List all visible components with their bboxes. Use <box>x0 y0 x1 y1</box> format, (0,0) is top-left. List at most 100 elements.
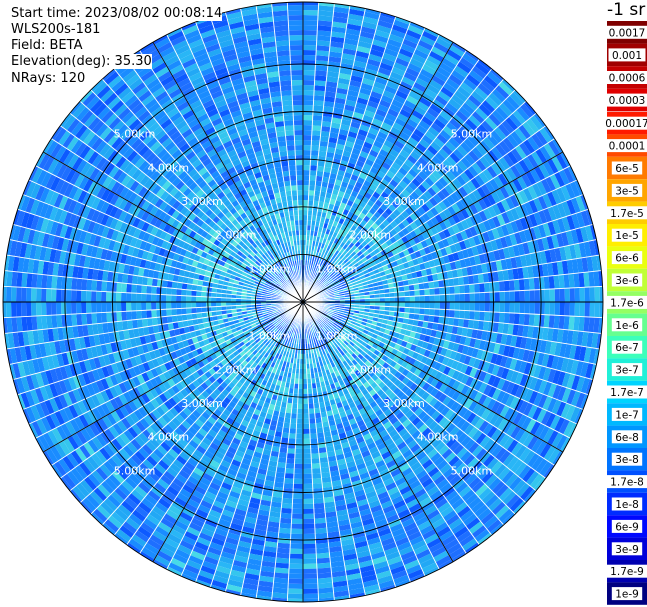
gate-cell <box>280 507 293 514</box>
gate-cell <box>303 205 309 211</box>
gate-cell <box>293 483 303 489</box>
gate-cell <box>303 478 313 484</box>
gate-cell <box>533 277 540 290</box>
gate-cell <box>292 498 303 504</box>
gate-cell <box>314 75 327 82</box>
gate-cell <box>549 288 555 302</box>
gate-cell <box>434 294 440 302</box>
gate-cell <box>419 295 425 302</box>
gate-cell <box>569 287 575 302</box>
gate-cell <box>303 70 316 76</box>
gate-cell <box>439 302 445 310</box>
gate-cell <box>559 302 565 316</box>
gate-cell <box>303 200 309 206</box>
gate-cell <box>484 282 490 293</box>
gate-cell <box>594 286 600 302</box>
gate-cell <box>314 85 326 92</box>
gate-cell <box>303 583 318 589</box>
gate-cell <box>409 290 415 297</box>
gate-cell <box>303 100 314 106</box>
gate-cell <box>315 65 328 72</box>
gate-cell <box>518 278 525 291</box>
gate-cell <box>303 215 308 221</box>
gate-cell <box>509 290 515 302</box>
gate-cell <box>419 302 425 309</box>
gate-cell <box>303 120 313 126</box>
gate-cell <box>303 90 315 96</box>
gate-cell <box>479 283 485 293</box>
gate-cell <box>303 498 314 504</box>
gate-cell <box>384 297 390 302</box>
gate-cell <box>280 512 292 519</box>
gate-cell <box>303 140 312 146</box>
gate-cell <box>409 296 415 302</box>
gate-cell <box>295 438 303 444</box>
gate-cell <box>311 453 320 459</box>
gate-cell <box>297 398 303 404</box>
gate-cell <box>544 289 550 302</box>
gate-cell <box>469 310 475 320</box>
gate-cell <box>303 433 311 439</box>
gate-cell <box>289 548 303 554</box>
gate-cell <box>594 302 600 318</box>
gate-cell <box>303 195 309 201</box>
gate-cell <box>474 311 480 321</box>
gate-cell <box>589 302 595 318</box>
gate-cell <box>303 160 311 166</box>
gate-cell <box>504 302 510 313</box>
gate-cell <box>309 175 317 181</box>
gate-cell <box>589 286 595 302</box>
gate-cell <box>311 130 321 136</box>
gate-cell <box>297 393 303 399</box>
gate-cell <box>303 80 315 86</box>
gate-cell <box>293 488 303 494</box>
gate-cell <box>288 583 303 589</box>
gate-cell <box>394 296 400 302</box>
gate-cell <box>303 523 315 529</box>
gate-cell <box>464 284 470 294</box>
gate-cell <box>303 30 318 36</box>
gate-cell <box>533 314 540 327</box>
gate-cell <box>414 295 420 302</box>
gate-cell <box>303 190 309 196</box>
gate-cell <box>303 403 309 409</box>
gate-cell <box>288 573 303 579</box>
gate-cell <box>303 553 317 559</box>
gate-cell <box>312 110 324 116</box>
gate-cell <box>409 307 415 314</box>
gate-cell <box>296 423 303 429</box>
gate-cell <box>513 279 520 291</box>
gate-cell <box>489 311 495 323</box>
gate-cell <box>523 278 530 291</box>
gate-cell <box>424 295 430 302</box>
gate-cell <box>303 573 318 579</box>
gate-cell <box>429 308 435 316</box>
gate-cell <box>534 289 540 302</box>
gate-cell <box>289 423 297 429</box>
gate-cell <box>528 313 535 327</box>
gate-cell <box>429 302 435 309</box>
gate-cell <box>303 438 311 444</box>
gate-cell <box>303 130 312 136</box>
gate-cell <box>499 302 505 313</box>
gate-cell <box>291 513 303 519</box>
gate-cell <box>303 483 313 489</box>
gate-cell <box>429 288 435 296</box>
gate-cell <box>295 448 303 454</box>
gate-cell <box>282 427 290 434</box>
gate-cell <box>289 563 303 569</box>
gate-cell <box>294 453 303 459</box>
gate-cell <box>399 296 405 302</box>
gate-cell <box>308 185 316 191</box>
gate-cell <box>286 458 295 464</box>
gate-cell <box>503 280 510 292</box>
gate-cell <box>493 281 500 292</box>
gate-cell <box>290 543 303 549</box>
gate-cell <box>389 297 395 302</box>
gate-cell <box>438 316 445 325</box>
gate-cell <box>558 274 565 289</box>
gate-cell <box>499 291 505 302</box>
gate-cell <box>433 280 440 289</box>
gate-cell <box>534 302 540 315</box>
gate-cell <box>303 418 310 424</box>
